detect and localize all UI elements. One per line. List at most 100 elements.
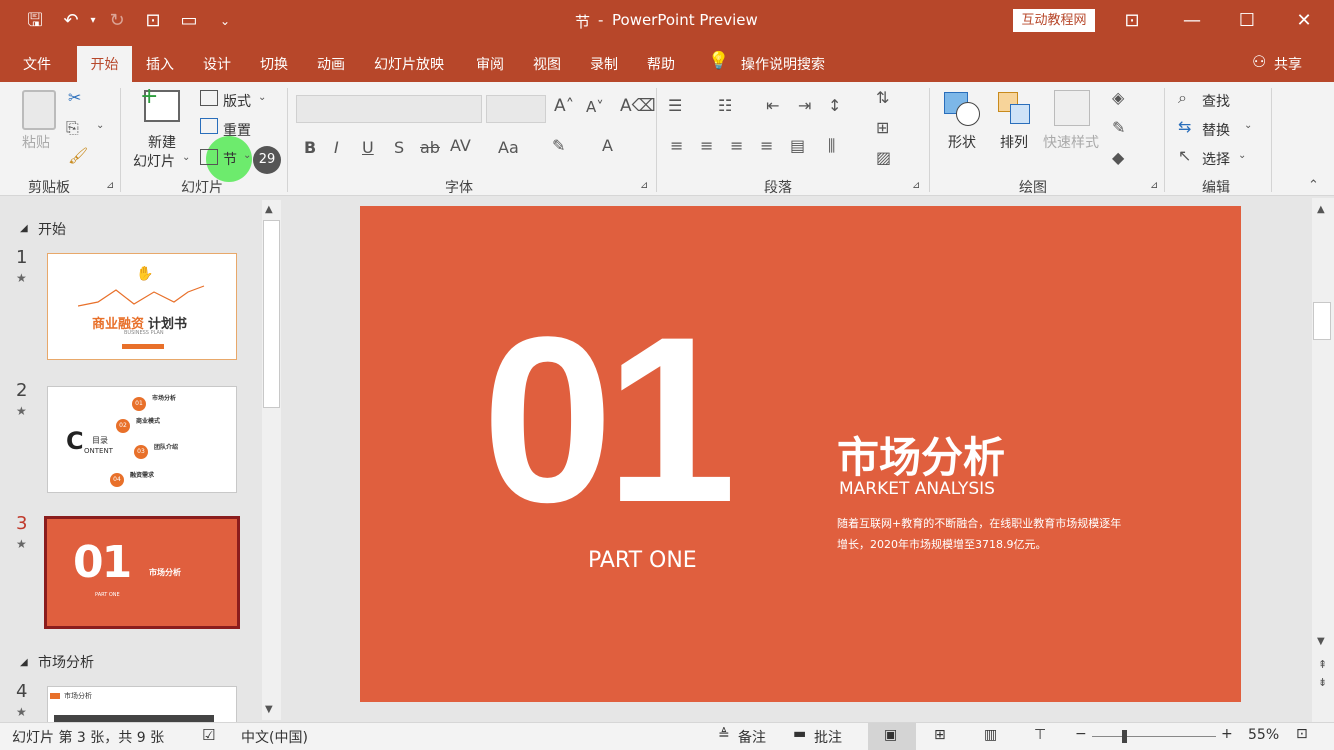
tab-transitions[interactable]: 切换 <box>260 54 288 74</box>
slide-sorter-icon[interactable]: ⊞ <box>934 727 946 743</box>
format-painter-icon[interactable]: 🖌 <box>68 146 88 165</box>
text-direction-icon[interactable]: ⇅ <box>876 88 889 107</box>
find-button[interactable]: 查找 <box>1202 91 1230 111</box>
scroll-down-icon[interactable]: ▼ <box>1317 636 1325 647</box>
layout-dropdown-icon[interactable]: ⌄ <box>258 92 266 103</box>
font-name-box[interactable] <box>296 95 482 123</box>
tab-help[interactable]: 帮助 <box>647 54 675 74</box>
collapse-section-icon[interactable]: ◢ <box>20 657 28 668</box>
reset-icon[interactable] <box>200 118 218 134</box>
slideshow-icon[interactable]: ⊤ <box>1034 727 1046 743</box>
maximize-icon[interactable]: ☐ <box>1229 4 1265 38</box>
canvas-scroll-thumb[interactable] <box>1313 302 1331 340</box>
font-color-icon[interactable]: A <box>602 136 613 155</box>
slide-thumbnail-1[interactable]: ✋ 商业融资 计划书 BUSINESS PLAN <box>47 253 237 360</box>
collapse-section-icon[interactable]: ◢ <box>20 223 28 234</box>
scroll-up-icon[interactable]: ▲ <box>265 204 273 215</box>
char-spacing-icon[interactable]: AV <box>450 136 471 155</box>
tab-review[interactable]: 审阅 <box>476 54 504 74</box>
new-slide-label-2[interactable]: 幻灯片 <box>133 151 175 171</box>
cut-icon[interactable]: ✂ <box>68 88 81 107</box>
underline-icon[interactable]: U <box>362 138 374 157</box>
zoom-level[interactable]: 55% <box>1248 727 1279 743</box>
select-icon[interactable]: ↖ <box>1178 146 1191 165</box>
numbering-icon[interactable]: ☷ <box>718 96 732 115</box>
tab-design[interactable]: 设计 <box>203 54 231 74</box>
align-left-icon[interactable]: ≡ <box>670 136 683 155</box>
minimize-icon[interactable]: — <box>1174 4 1210 38</box>
reading-view-icon[interactable]: ▥ <box>984 727 997 743</box>
font-size-box[interactable] <box>486 95 546 123</box>
previous-slide-icon[interactable]: ⇞ <box>1318 658 1327 671</box>
close-icon[interactable]: ✕ <box>1286 4 1322 38</box>
increase-indent-icon[interactable]: ⇥ <box>798 96 811 115</box>
ribbon-display-icon[interactable]: ⊡ <box>1114 4 1150 38</box>
new-slide-dropdown-icon[interactable]: ⌄ <box>182 152 190 163</box>
thumbnail-scroll-thumb[interactable] <box>263 220 280 408</box>
undo-dropdown-icon[interactable]: ▾ <box>80 8 106 34</box>
tab-home[interactable]: 开始 <box>77 46 132 82</box>
arrange-button[interactable]: 排列 <box>1000 132 1028 152</box>
italic-icon[interactable]: I <box>334 138 339 157</box>
align-center-icon[interactable]: ≡ <box>700 136 713 155</box>
columns-icon[interactable]: ⫼ <box>828 136 835 156</box>
paste-button[interactable]: 粘贴 <box>22 132 50 152</box>
font-launcher-icon[interactable]: ⊿ <box>640 180 648 191</box>
scroll-down-icon[interactable]: ▼ <box>265 704 273 715</box>
section-icon[interactable] <box>200 149 218 165</box>
align-right-icon[interactable]: ≡ <box>730 136 743 155</box>
layout-icon[interactable] <box>200 90 218 106</box>
copy-dropdown-icon[interactable]: ⌄ <box>96 120 104 131</box>
current-slide[interactable]: 01 PART ONE 市场分析 MARKET ANALYSIS 随着互联网+教… <box>360 206 1241 702</box>
fit-to-window-icon[interactable]: ⊡ <box>1296 726 1308 742</box>
present-icon[interactable]: ⊡ <box>140 8 166 34</box>
scroll-up-icon[interactable]: ▲ <box>1317 204 1325 215</box>
copy-icon[interactable]: ⎘ <box>66 118 79 138</box>
save-icon[interactable]: 🖫 <box>22 8 48 34</box>
find-icon[interactable]: ⌕ <box>1178 88 1187 108</box>
select-button[interactable]: 选择 <box>1202 149 1230 169</box>
new-slide-label-1[interactable]: 新建 <box>148 132 176 152</box>
zoom-slider-thumb[interactable] <box>1122 730 1127 743</box>
line-spacing-icon[interactable]: ↕ <box>828 96 841 115</box>
customize-qat-icon[interactable]: ⌄ <box>212 8 238 34</box>
shape-outline-icon[interactable]: ✎ <box>1112 118 1125 137</box>
tab-record[interactable]: 录制 <box>590 54 618 74</box>
slide-thumbnail-2[interactable]: C 目录 ONTENT 01 市场分析 02 商业模式 03 团队介绍 04 融… <box>47 386 237 493</box>
quick-styles-icon[interactable] <box>1054 90 1090 126</box>
align-text-icon[interactable]: ⊞ <box>876 118 889 137</box>
tab-view[interactable]: 视图 <box>533 54 561 74</box>
select-dropdown-icon[interactable]: ⌄ <box>1238 150 1246 161</box>
share-button[interactable]: 共享 <box>1274 54 1302 74</box>
notes-button[interactable]: 备注 <box>738 727 766 747</box>
clear-format-icon[interactable]: A⌫ <box>620 96 656 116</box>
slide-thumbnail-4[interactable]: 市场分析 <box>47 686 237 722</box>
slide-thumbnail-3-selected[interactable]: 01 市场分析 PART ONE <box>44 516 240 629</box>
quick-styles-button[interactable]: 快速样式 <box>1043 132 1099 152</box>
paste-icon[interactable] <box>22 90 56 130</box>
collapse-ribbon-icon[interactable]: ⌃ <box>1308 178 1319 193</box>
replace-dropdown-icon[interactable]: ⌄ <box>1244 120 1252 131</box>
tell-me-search[interactable]: 操作说明搜索 <box>741 54 825 74</box>
strikethrough-icon[interactable]: ab <box>420 138 440 157</box>
shape-effects-icon[interactable]: ◆ <box>1112 148 1124 167</box>
distribute-icon[interactable]: ▤ <box>790 136 805 155</box>
section-button[interactable]: 节 <box>223 149 237 169</box>
section-header-market[interactable]: 市场分析 <box>38 652 94 672</box>
next-slide-icon[interactable]: ⇟ <box>1318 676 1327 689</box>
layout-button[interactable]: 版式 <box>223 91 251 111</box>
clipboard-launcher-icon[interactable]: ⊿ <box>106 180 114 191</box>
replace-icon[interactable]: ⇆ <box>1178 117 1191 136</box>
accessibility-icon[interactable]: ☑ <box>202 726 215 744</box>
tab-animations[interactable]: 动画 <box>317 54 345 74</box>
redo-icon[interactable]: ↻ <box>104 8 130 34</box>
open-folder-icon[interactable]: ▭ <box>176 8 202 34</box>
shapes-button[interactable]: 形状 <box>948 132 976 152</box>
decrease-font-icon[interactable]: A˅ <box>586 98 604 116</box>
bullets-icon[interactable]: ☰ <box>668 96 682 115</box>
tab-slideshow[interactable]: 幻灯片放映 <box>374 54 444 74</box>
normal-view-icon[interactable]: ▣ <box>884 727 897 743</box>
zoom-slider-track[interactable] <box>1092 736 1216 737</box>
tab-file[interactable]: 文件 <box>23 54 51 74</box>
zoom-out-icon[interactable]: − <box>1075 726 1087 742</box>
